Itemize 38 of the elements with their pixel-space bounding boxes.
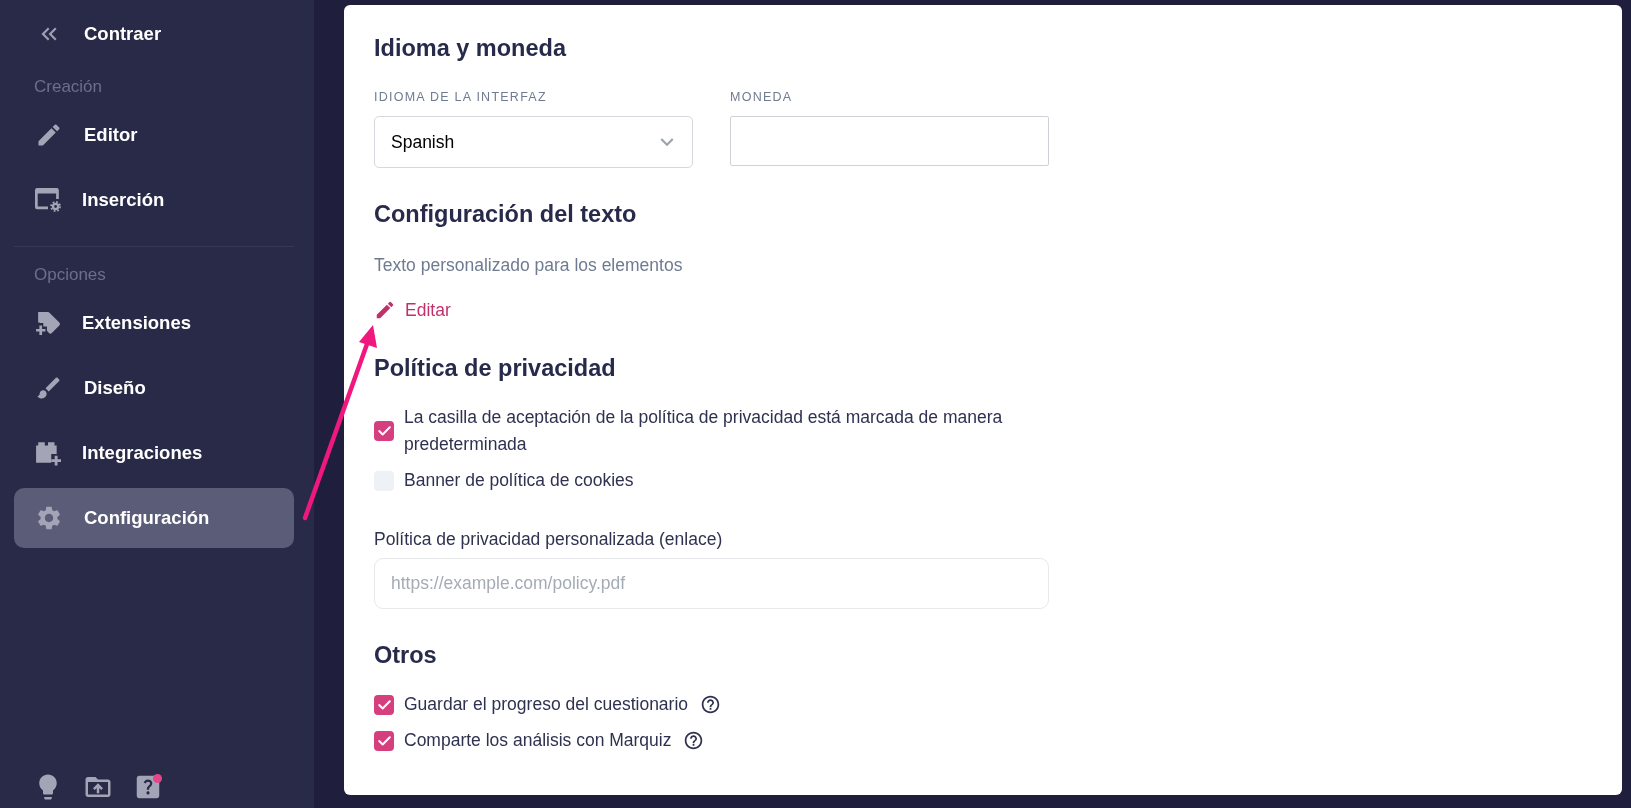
checkmark-icon (377, 699, 391, 710)
section-heading: Configuración del texto (374, 200, 638, 228)
section-heading: Política de privacidad (374, 354, 617, 382)
collapse-button[interactable]: Contraer (14, 4, 294, 64)
nav-item[interactable]: Inserción (14, 170, 294, 230)
edit-link[interactable]: Editar (374, 298, 451, 322)
checkmark-icon (377, 426, 391, 436)
section-label: Opciones (33, 264, 107, 286)
help-icon[interactable] (683, 730, 705, 751)
checkbox-label: Banner de política de cookies (404, 469, 634, 492)
checkbox-label: Guardar el progreso del cuestionario (404, 693, 689, 716)
field-label: IDIOMA DE LA INTERFAZ (374, 89, 548, 105)
checkmark-icon (377, 735, 391, 746)
checkbox[interactable] (374, 694, 394, 715)
help-icon[interactable] (700, 694, 722, 715)
nav-item[interactable]: Integraciones (14, 423, 294, 483)
url-input[interactable]: https://example.com/policy.pdf (374, 558, 1049, 609)
window-gear-icon (35, 188, 61, 212)
field-label: MONEDA (730, 89, 794, 105)
settings-icon (35, 504, 63, 532)
pencil-icon (374, 299, 396, 321)
description-text: Texto personalizado para los elementos (374, 254, 684, 277)
checkbox-label: La casilla de aceptación de la política de privacidad está marcada de manera predeterminada (404, 406, 1004, 456)
section-label: Creación (33, 76, 104, 98)
section-heading: Idioma y moneda (374, 34, 568, 62)
nav-item[interactable]: Extensiones (14, 293, 294, 353)
checkbox[interactable] (374, 730, 394, 751)
currency-input[interactable] (730, 116, 1049, 166)
language-select[interactable]: Spanish (374, 116, 693, 168)
section-heading: Otros (374, 641, 438, 669)
nav-item[interactable]: Editor (14, 105, 294, 165)
checkbox-label: Comparte los análisis con Marquiz (404, 729, 672, 752)
field-label: Política de privacidad personalizada (enlace) (374, 528, 724, 551)
nav-item[interactable]: Diseño (14, 358, 294, 418)
tag-plus-icon (35, 310, 61, 336)
nav-item[interactable]: Configuración (14, 488, 294, 548)
checkbox[interactable] (374, 421, 394, 441)
brick-plus-icon (35, 440, 61, 466)
